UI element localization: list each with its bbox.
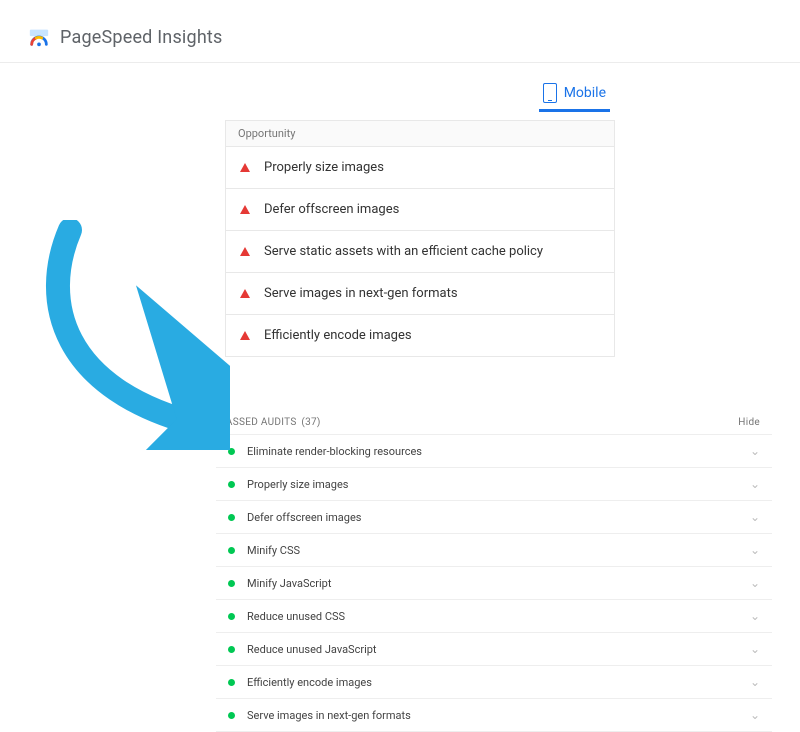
pass-dot-icon — [228, 514, 235, 521]
pass-dot-icon — [228, 580, 235, 587]
warning-triangle-icon — [240, 289, 250, 298]
passed-audits-count: (37) — [301, 417, 320, 428]
audit-item[interactable]: Serve images in next-gen formats ⌄ — [216, 699, 772, 732]
audit-item-label: Eliminate render-blocking resources — [247, 445, 422, 458]
audit-item[interactable]: Properly size images ⌄ — [216, 468, 772, 501]
opportunity-section: Opportunity Properly size images Defer o… — [225, 120, 615, 357]
warning-triangle-icon — [240, 331, 250, 340]
audit-item-label: Reduce unused CSS — [247, 610, 345, 623]
phone-icon — [543, 83, 557, 103]
audit-item-label: Reduce unused JavaScript — [247, 643, 377, 656]
audit-item-label: Defer offscreen images — [247, 511, 361, 524]
opportunity-item[interactable]: Serve static assets with an efficient ca… — [225, 230, 615, 272]
warning-triangle-icon — [240, 163, 250, 172]
pass-dot-icon — [228, 448, 235, 455]
audit-item-label: Properly size images — [247, 478, 348, 491]
audit-item-label: Minify JavaScript — [247, 577, 331, 590]
hide-button[interactable]: Hide — [738, 417, 760, 428]
device-tabbar: Mobile — [0, 77, 800, 112]
opportunity-item[interactable]: Efficiently encode images — [225, 314, 615, 357]
audit-item[interactable]: Minify CSS ⌄ — [216, 534, 772, 567]
pass-dot-icon — [228, 712, 235, 719]
audit-item[interactable]: Reduce unused CSS ⌄ — [216, 600, 772, 633]
chevron-down-icon: ⌄ — [750, 576, 760, 590]
chevron-down-icon: ⌄ — [750, 444, 760, 458]
pass-dot-icon — [228, 481, 235, 488]
warning-triangle-icon — [240, 205, 250, 214]
chevron-down-icon: ⌄ — [750, 477, 760, 491]
chevron-down-icon: ⌄ — [750, 675, 760, 689]
arrow-annotation-icon — [30, 220, 230, 450]
tab-mobile[interactable]: Mobile — [539, 77, 610, 112]
chevron-down-icon: ⌄ — [750, 510, 760, 524]
chevron-down-icon: ⌄ — [750, 543, 760, 557]
pass-dot-icon — [228, 679, 235, 686]
opportunity-item-label: Properly size images — [264, 160, 384, 175]
audit-item-label: Serve images in next-gen formats — [247, 709, 411, 722]
opportunity-item-label: Serve images in next-gen formats — [264, 286, 458, 301]
pagespeed-logo-icon — [28, 26, 50, 48]
audit-item-label: Minify CSS — [247, 544, 300, 557]
opportunity-item-label: Serve static assets with an efficient ca… — [264, 244, 543, 259]
opportunity-item-label: Defer offscreen images — [264, 202, 399, 217]
opportunity-item[interactable]: Defer offscreen images — [225, 188, 615, 230]
app-title: PageSpeed Insights — [60, 27, 223, 48]
opportunity-item[interactable]: Properly size images — [225, 146, 615, 188]
audit-item[interactable]: Reduce unused JavaScript ⌄ — [216, 633, 772, 666]
audit-item[interactable]: Eliminate render-blocking resources ⌄ — [216, 435, 772, 468]
chevron-down-icon: ⌄ — [750, 642, 760, 656]
chevron-down-icon: ⌄ — [750, 708, 760, 722]
pass-dot-icon — [228, 646, 235, 653]
app-header: PageSpeed Insights — [0, 0, 800, 63]
chevron-down-icon: ⌄ — [750, 609, 760, 623]
pass-dot-icon — [228, 547, 235, 554]
pass-dot-icon — [228, 613, 235, 620]
audit-item[interactable]: Minify JavaScript ⌄ — [216, 567, 772, 600]
opportunity-item[interactable]: Serve images in next-gen formats — [225, 272, 615, 314]
passed-audits-section: PASSED AUDITS (37) Hide Eliminate render… — [216, 411, 772, 732]
tab-mobile-label: Mobile — [564, 85, 606, 101]
warning-triangle-icon — [240, 247, 250, 256]
passed-audits-header: PASSED AUDITS (37) Hide — [216, 411, 772, 435]
audit-item[interactable]: Defer offscreen images ⌄ — [216, 501, 772, 534]
audit-item-label: Efficiently encode images — [247, 676, 372, 689]
opportunity-section-label: Opportunity — [225, 120, 615, 146]
opportunity-item-label: Efficiently encode images — [264, 328, 412, 343]
passed-audits-label: PASSED AUDITS — [220, 417, 297, 428]
